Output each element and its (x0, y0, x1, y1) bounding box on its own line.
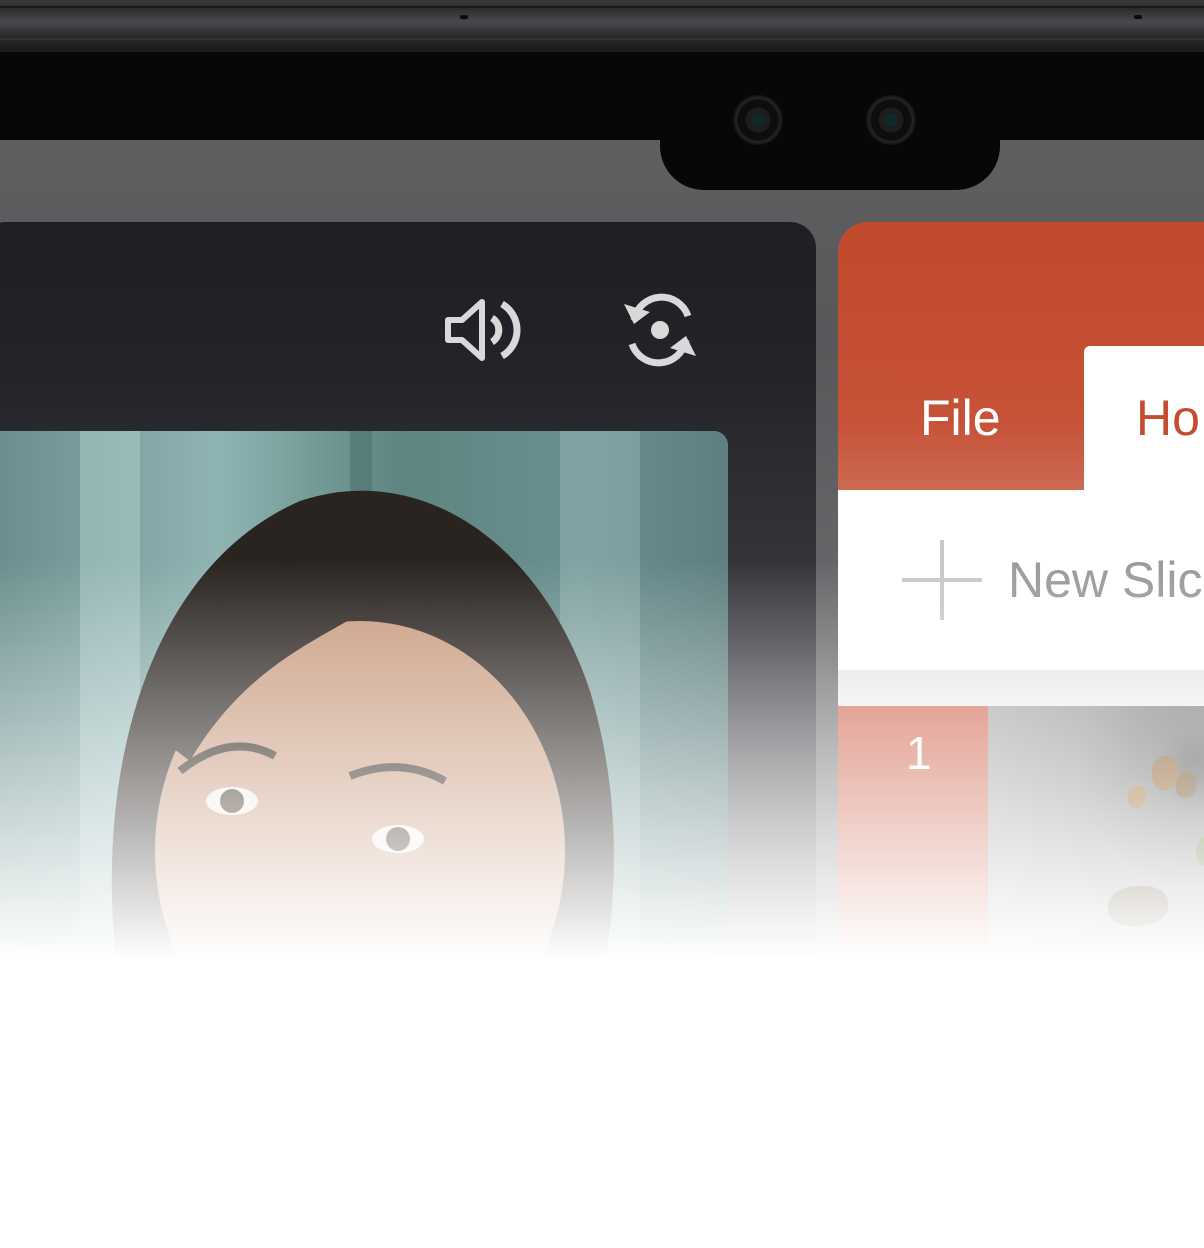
ribbon-commands: New Slic (838, 490, 1204, 670)
device-hinge (0, 0, 1204, 52)
foldable-device: File Ho New Slic 1 (0, 0, 1204, 1000)
slide-thumbnail[interactable] (988, 706, 1204, 1000)
participant-portrait (111, 490, 614, 991)
speaker-volume-icon[interactable] (442, 290, 522, 370)
front-camera-lens (733, 95, 783, 145)
camera-notch (660, 120, 1000, 190)
plus-icon (902, 540, 982, 620)
tab-file[interactable]: File (920, 390, 1001, 446)
screen-edge (0, 140, 680, 190)
ribbon-divider (838, 670, 1204, 706)
switch-camera-icon[interactable] (620, 290, 700, 370)
tab-home-label: Ho (1136, 390, 1200, 446)
new-slide-label: New Slic (1008, 552, 1203, 608)
slide-thumbnail-strip[interactable]: 1 (838, 706, 988, 1000)
powerpoint-pane: File Ho New Slic 1 (838, 222, 1204, 1000)
new-slide-button[interactable]: New Slic (902, 540, 1202, 620)
ribbon-tab-bar: File Ho (838, 222, 1204, 490)
page-background (0, 958, 1204, 1248)
hinge-screw (460, 15, 468, 19)
tab-home[interactable]: Ho (1084, 346, 1204, 490)
slide-number: 1 (906, 727, 932, 779)
hinge-screw (1134, 15, 1142, 19)
front-camera-lens (866, 95, 916, 145)
participant-video (0, 431, 728, 991)
